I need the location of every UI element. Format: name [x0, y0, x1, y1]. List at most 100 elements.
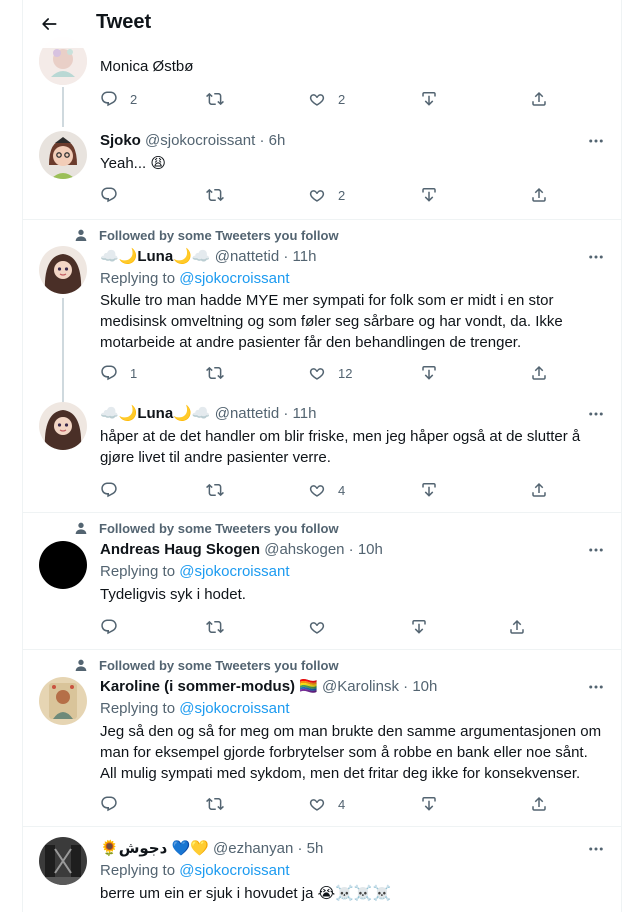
- tweet-header: Karoline (i sommer-modus) 🏳️‍🌈 @Karolins…: [100, 678, 438, 695]
- reply-icon: [101, 796, 117, 812]
- bookmark-button[interactable]: [420, 185, 438, 205]
- avatar[interactable]: [39, 541, 87, 589]
- timestamp[interactable]: 11h: [293, 405, 317, 422]
- more-button[interactable]: [586, 247, 606, 267]
- more-button[interactable]: [586, 839, 606, 859]
- replying-to-link[interactable]: @sjokocroissant: [179, 270, 289, 287]
- tweet-actions: 1 12: [100, 363, 546, 383]
- tweet-text: Monica Østbø: [100, 58, 194, 75]
- avatar[interactable]: [39, 837, 87, 885]
- like-button[interactable]: 12: [308, 363, 352, 383]
- share-button[interactable]: [530, 89, 548, 109]
- reply-button[interactable]: 1: [100, 363, 137, 383]
- handle[interactable]: @ezhanyan: [213, 840, 293, 857]
- tweet[interactable]: 🌻دجوش 💙💛 @ezhanyan · 5h Replying to @sjo…: [23, 826, 621, 912]
- bookmark-button[interactable]: [420, 794, 438, 814]
- more-button[interactable]: [586, 404, 606, 424]
- display-name[interactable]: 🌻دجوش 💙💛: [100, 840, 209, 857]
- more-icon: [589, 139, 603, 143]
- display-name[interactable]: Andreas Haug Skogen: [100, 541, 260, 558]
- more-button[interactable]: [586, 131, 606, 151]
- retweet-icon: [206, 366, 224, 380]
- bookmark-button[interactable]: [410, 617, 428, 637]
- bookmark-icon: [422, 482, 436, 497]
- replying-to-link[interactable]: @sjokocroissant: [179, 862, 289, 879]
- tweet[interactable]: Followed by some Tweeters you follow ☁️🌙…: [23, 219, 621, 402]
- timeline-column: Tweet Monica Østbø 2 2 Sjoko @sjokocrois…: [22, 0, 622, 912]
- avatar[interactable]: [39, 246, 87, 294]
- reply-button[interactable]: 2: [100, 89, 137, 109]
- timestamp[interactable]: 5h: [307, 840, 324, 857]
- retweet-button[interactable]: [206, 185, 236, 205]
- reply-button[interactable]: [100, 480, 130, 500]
- tweet-text: Yeah... 😩: [100, 155, 166, 172]
- like-icon: [309, 190, 325, 202]
- handle[interactable]: @nattetid: [215, 405, 279, 422]
- tweet[interactable]: Sjoko @sjokocroissant · 6h Yeah... 😩 2: [23, 123, 621, 219]
- more-button[interactable]: [586, 540, 606, 560]
- share-button[interactable]: [530, 480, 548, 500]
- handle[interactable]: @nattetid: [215, 248, 279, 265]
- like-button[interactable]: [308, 617, 326, 637]
- tweet[interactable]: Followed by some Tweeters you follow Kar…: [23, 649, 621, 826]
- like-button[interactable]: 4: [308, 794, 345, 814]
- timestamp[interactable]: 10h: [358, 541, 383, 558]
- timestamp[interactable]: 11h: [293, 248, 317, 265]
- bookmark-button[interactable]: [420, 363, 438, 383]
- reply-button[interactable]: [100, 185, 130, 205]
- display-name[interactable]: ☁️🌙Luna🌙☁️: [100, 405, 211, 422]
- avatar[interactable]: [39, 677, 87, 725]
- display-name[interactable]: Karoline (i sommer-modus) 🏳️‍🌈: [100, 678, 318, 695]
- share-icon: [510, 619, 524, 634]
- handle[interactable]: @Karolinsk: [322, 678, 399, 695]
- tweet-actions: 4: [100, 794, 546, 814]
- retweet-icon: [206, 188, 224, 202]
- share-icon: [532, 482, 546, 497]
- share-button[interactable]: [530, 363, 548, 383]
- back-button[interactable]: [33, 8, 65, 40]
- display-name[interactable]: Sjoko: [100, 132, 141, 149]
- share-button[interactable]: [530, 185, 548, 205]
- display-name[interactable]: ☁️🌙Luna🌙☁️: [100, 248, 211, 265]
- like-button[interactable]: 2: [308, 185, 345, 205]
- tweet[interactable]: Followed by some Tweeters you follow And…: [23, 512, 621, 649]
- social-context: Followed by some Tweeters you follow: [75, 228, 339, 243]
- share-button[interactable]: [508, 617, 526, 637]
- like-button[interactable]: 4: [308, 480, 345, 500]
- avatar[interactable]: [39, 402, 87, 450]
- tweet-header: Sjoko @sjokocroissant · 6h: [100, 132, 286, 149]
- tweet-header: ☁️🌙Luna🌙☁️ @nattetid · 11h: [100, 248, 317, 265]
- share-icon: [532, 796, 546, 811]
- reply-button[interactable]: [100, 617, 118, 637]
- timestamp[interactable]: 10h: [412, 678, 437, 695]
- handle[interactable]: @ahskogen: [264, 541, 344, 558]
- share-icon: [532, 91, 546, 106]
- retweet-button[interactable]: [206, 794, 236, 814]
- reply-button[interactable]: [100, 794, 130, 814]
- replying-to: Replying to @sjokocroissant: [100, 270, 290, 287]
- tweet-text: Skulle tro man hadde MYE mer sympati for…: [100, 292, 563, 351]
- avatar[interactable]: [39, 131, 87, 179]
- tweet[interactable]: ☁️🌙Luna🌙☁️ @nattetid · 11h håper at de d…: [23, 394, 621, 512]
- replying-to-link[interactable]: @sjokocroissant: [179, 700, 289, 717]
- bookmark-button[interactable]: [420, 89, 438, 109]
- more-button[interactable]: [586, 677, 606, 697]
- bookmark-button[interactable]: [420, 480, 438, 500]
- retweet-button[interactable]: [206, 89, 236, 109]
- tweet-actions: 2 2: [100, 89, 546, 109]
- more-icon: [589, 847, 603, 851]
- social-context: Followed by some Tweeters you follow: [75, 658, 339, 673]
- bookmark-icon: [422, 91, 436, 106]
- tweet-header: Andreas Haug Skogen @ahskogen · 10h: [100, 541, 383, 558]
- share-icon: [532, 365, 546, 380]
- retweet-icon: [206, 620, 224, 634]
- replying-to-link[interactable]: @sjokocroissant: [179, 563, 289, 580]
- like-button[interactable]: 2: [308, 89, 345, 109]
- handle[interactable]: @sjokocroissant: [145, 132, 255, 149]
- retweet-button[interactable]: [206, 617, 224, 637]
- share-button[interactable]: [530, 794, 548, 814]
- timestamp[interactable]: 6h: [269, 132, 286, 149]
- retweet-button[interactable]: [206, 363, 236, 383]
- more-icon: [589, 255, 603, 259]
- retweet-button[interactable]: [206, 480, 236, 500]
